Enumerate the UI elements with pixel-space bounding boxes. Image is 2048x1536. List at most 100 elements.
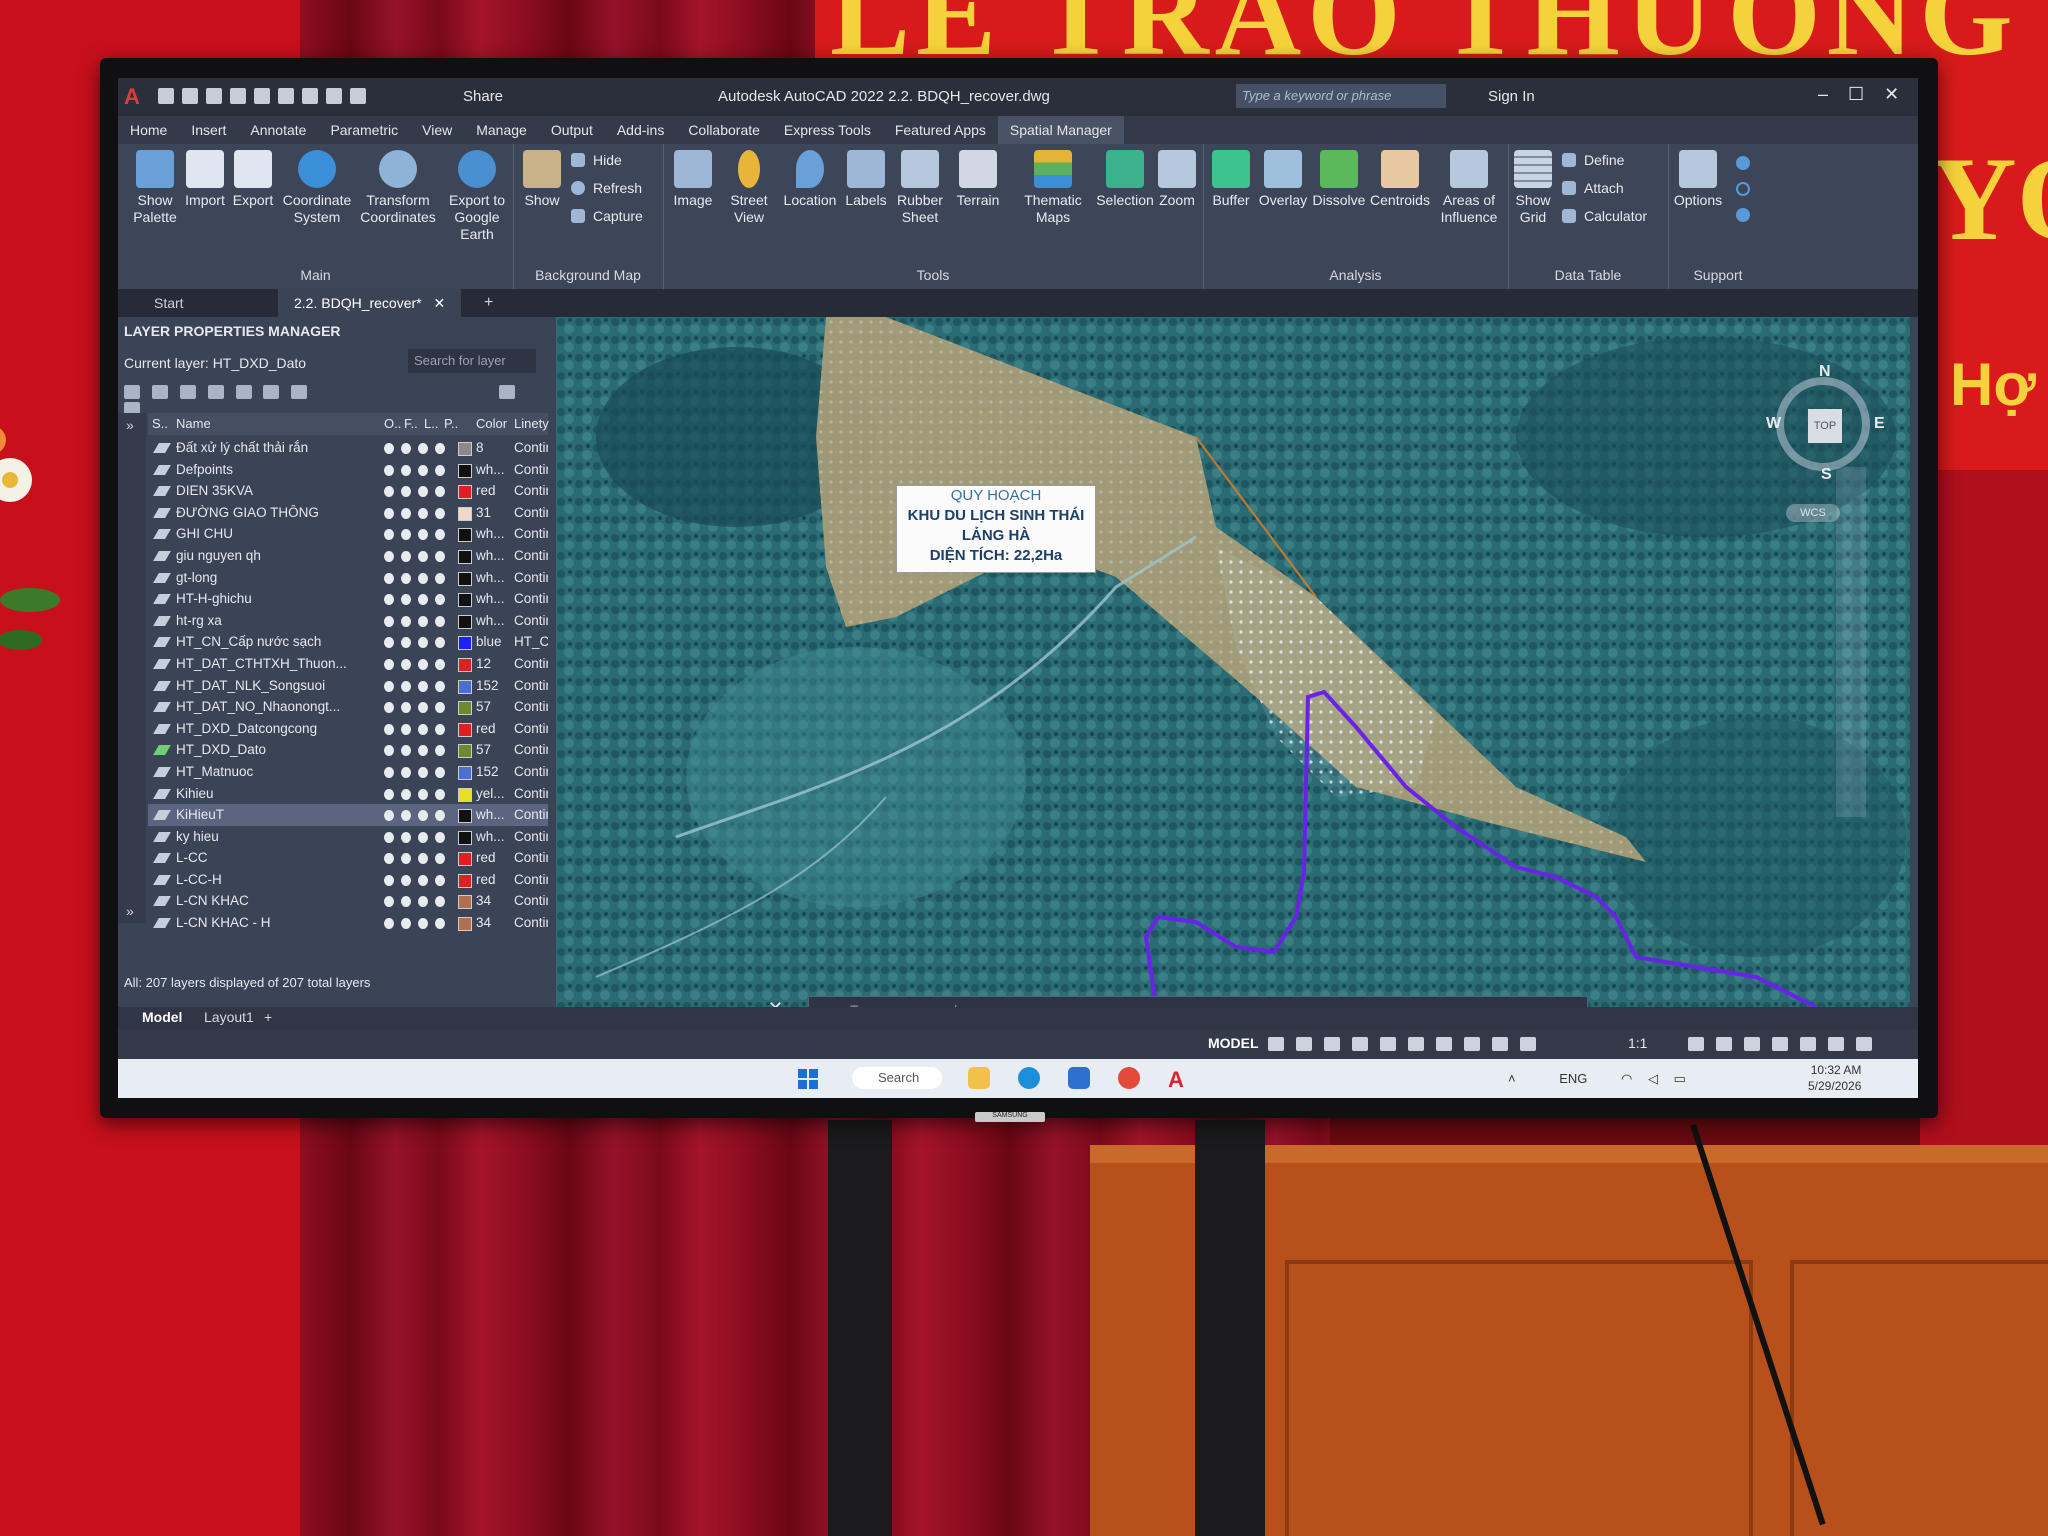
printer-icon[interactable]	[435, 788, 445, 800]
show-grid-button[interactable]: Show Grid	[1508, 150, 1558, 226]
lock-icon[interactable]	[418, 486, 428, 498]
viewcube[interactable]: TOP N S W E	[1766, 363, 1886, 483]
minimize-icon[interactable]: –	[1818, 84, 1828, 105]
lightbulb-icon[interactable]	[384, 637, 394, 649]
wcs-menu[interactable]: WCS	[1786, 504, 1840, 522]
tab-spatial-manager[interactable]: Spatial Manager	[997, 116, 1124, 144]
sun-icon[interactable]	[401, 874, 411, 886]
taskbar-search[interactable]: Search	[852, 1067, 942, 1089]
polar-toggle-icon[interactable]	[1352, 1037, 1368, 1051]
sun-icon[interactable]	[401, 464, 411, 476]
coordinate-system-button[interactable]: Coordinate System	[276, 150, 358, 226]
autoscale-icon[interactable]	[1520, 1037, 1536, 1051]
layer-row[interactable]: HT-H-ghichu wh... Contin	[148, 588, 548, 610]
color-swatch[interactable]	[458, 722, 472, 737]
layer-name[interactable]: HT_DXD_Dato	[176, 742, 356, 757]
osnap-tracking-icon[interactable]	[1408, 1037, 1424, 1051]
sun-icon[interactable]	[401, 831, 411, 843]
tab-model[interactable]: Model	[132, 1009, 192, 1025]
undo-icon[interactable]	[326, 88, 342, 104]
lightbulb-icon[interactable]	[384, 594, 394, 606]
layer-color[interactable]: blue	[476, 634, 510, 649]
sign-in-button[interactable]: Sign In	[1488, 88, 1535, 105]
layer-linetype[interactable]: Contin	[514, 829, 548, 844]
tab-collaborate[interactable]: Collaborate	[676, 116, 772, 144]
maximize-icon[interactable]: ☐	[1848, 84, 1864, 105]
export-button[interactable]: Export	[228, 150, 278, 209]
sun-icon[interactable]	[401, 702, 411, 714]
layer-name[interactable]: HT_DAT_CTHTXH_Thuon...	[176, 656, 356, 671]
lock-icon[interactable]	[418, 507, 428, 519]
layer-status-icon[interactable]	[153, 766, 171, 777]
layer-name[interactable]: giu nguyen qh	[176, 548, 356, 563]
layer-linetype[interactable]: Contin	[514, 721, 548, 736]
printer-icon[interactable]	[435, 680, 445, 692]
grid-toggle-icon[interactable]	[1268, 1037, 1284, 1051]
layer-linetype[interactable]: Contin	[514, 656, 548, 671]
redo-icon[interactable]	[350, 88, 366, 104]
hide-button[interactable]: Hide	[571, 152, 622, 168]
sun-icon[interactable]	[401, 810, 411, 822]
new-icon[interactable]	[158, 88, 174, 104]
layer-status-icon[interactable]	[153, 615, 171, 626]
lock-icon[interactable]	[418, 831, 428, 843]
layer-row[interactable]: L-CC red Contin	[148, 847, 548, 869]
lock-icon[interactable]	[418, 680, 428, 692]
lock-icon[interactable]	[418, 788, 428, 800]
printer-icon[interactable]	[435, 918, 445, 930]
lightbulb-icon[interactable]	[384, 831, 394, 843]
color-swatch[interactable]	[458, 701, 472, 716]
lock-icon[interactable]	[418, 550, 428, 562]
color-swatch[interactable]	[458, 463, 472, 478]
layer-linetype[interactable]: Contin	[514, 807, 548, 822]
lightbulb-icon[interactable]	[384, 702, 394, 714]
layer-status-icon[interactable]	[153, 486, 171, 497]
sun-icon[interactable]	[401, 529, 411, 541]
color-swatch[interactable]	[458, 765, 472, 780]
sun-icon[interactable]	[401, 572, 411, 584]
layer-row[interactable]: HT_DXD_Dato 57 Contin	[148, 739, 548, 761]
tab-drawing[interactable]: 2.2. BDQH_recover* ✕	[278, 289, 462, 317]
layer-row[interactable]: HT_DXD_Datcongcong red Contin	[148, 718, 548, 740]
layer-status-icon[interactable]	[153, 745, 171, 756]
layer-row[interactable]: KiHieuT wh... Contin	[148, 804, 548, 826]
layer-color[interactable]: wh...	[476, 570, 510, 585]
chevron-up-icon[interactable]: ˄	[1508, 1071, 1516, 1086]
lightbulb-icon[interactable]	[384, 788, 394, 800]
quick-properties-icon[interactable]	[1772, 1037, 1788, 1051]
clean-screen-icon[interactable]	[1828, 1037, 1844, 1051]
viewcube-top-face[interactable]: TOP	[1808, 409, 1842, 443]
annotation-visibility-icon[interactable]	[1492, 1037, 1508, 1051]
annotation-monitor-icon[interactable]	[1716, 1037, 1732, 1051]
layer-color[interactable]: wh...	[476, 807, 510, 822]
color-swatch[interactable]	[458, 528, 472, 543]
model-space-button[interactable]: MODEL	[1208, 1035, 1259, 1051]
customization-menu-icon[interactable]	[1856, 1037, 1872, 1051]
thematic-maps-button[interactable]: Thematic Maps	[1013, 150, 1093, 226]
tab-manage[interactable]: Manage	[464, 116, 539, 144]
layer-linetype[interactable]: Contin	[514, 483, 548, 498]
import-button[interactable]: Import	[180, 150, 230, 209]
layer-row[interactable]: GHI CHU wh... Contin	[148, 523, 548, 545]
layer-status-icon[interactable]	[153, 572, 171, 583]
layer-states-icon[interactable]	[179, 385, 196, 399]
printer-icon[interactable]	[435, 874, 445, 886]
layer-status-icon[interactable]	[153, 637, 171, 648]
layer-color[interactable]: 57	[476, 742, 510, 757]
show-background-map-button[interactable]: Show	[517, 150, 567, 209]
col-color[interactable]: Color	[476, 416, 507, 431]
lightbulb-icon[interactable]	[384, 896, 394, 908]
tab-start[interactable]: Start	[138, 289, 200, 317]
location-button[interactable]: Location	[775, 150, 845, 209]
layer-status-icon[interactable]	[153, 680, 171, 691]
layer-name[interactable]: Đất xử lý chất thải rắn	[176, 440, 356, 455]
lock-icon[interactable]	[418, 745, 428, 757]
save-as-icon[interactable]	[230, 88, 246, 104]
lock-icon[interactable]	[418, 615, 428, 627]
layer-row[interactable]: Defpoints wh... Contin	[148, 459, 548, 481]
save-icon[interactable]	[206, 88, 222, 104]
layer-color[interactable]: red	[476, 850, 510, 865]
tab-parametric[interactable]: Parametric	[318, 116, 410, 144]
compass-east[interactable]: E	[1874, 415, 1885, 433]
layer-status-icon[interactable]	[153, 594, 171, 605]
